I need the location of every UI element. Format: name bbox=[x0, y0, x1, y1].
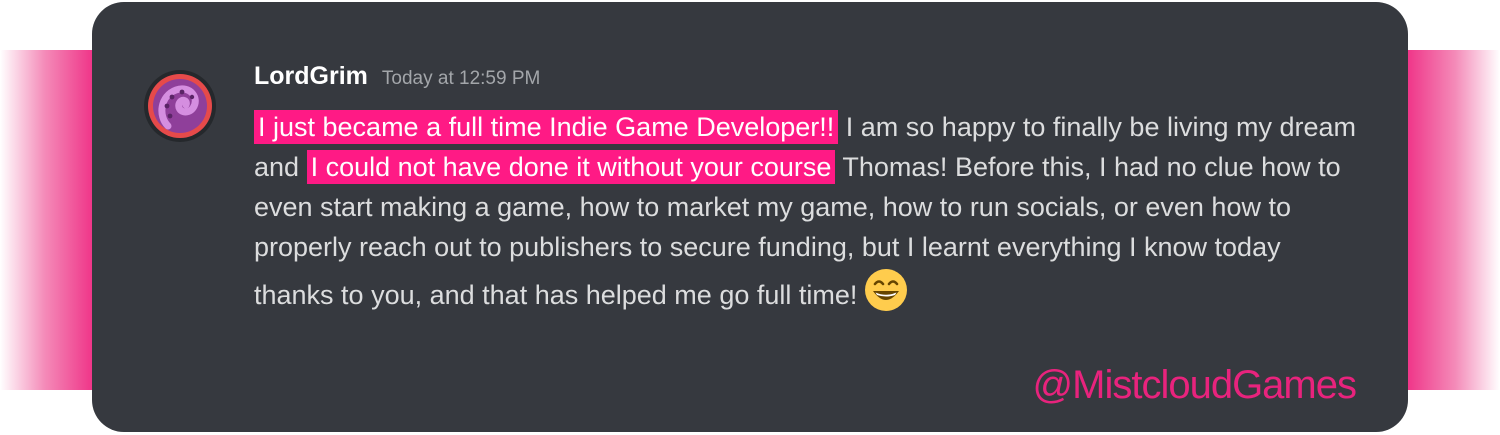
highlighted-text-2: I could not have done it without your co… bbox=[306, 150, 836, 184]
message-header: LordGrim Today at 12:59 PM bbox=[254, 62, 540, 91]
message-timestamp: Today at 12:59 PM bbox=[381, 68, 541, 89]
message-body: I just became a full time Indie Game Dev… bbox=[254, 107, 1364, 315]
grinning-face-emoji-icon bbox=[863, 267, 909, 313]
chat-message-card: LordGrim Today at 12:59 PM I just became … bbox=[92, 2, 1408, 432]
username[interactable]: LordGrim bbox=[254, 62, 368, 90]
user-avatar[interactable] bbox=[144, 70, 216, 142]
watermark-handle: @MistcloudGames bbox=[1032, 363, 1357, 407]
tentacle-avatar-icon bbox=[148, 74, 212, 138]
highlighted-text-1: I just became a full time Indie Game Dev… bbox=[254, 110, 839, 144]
